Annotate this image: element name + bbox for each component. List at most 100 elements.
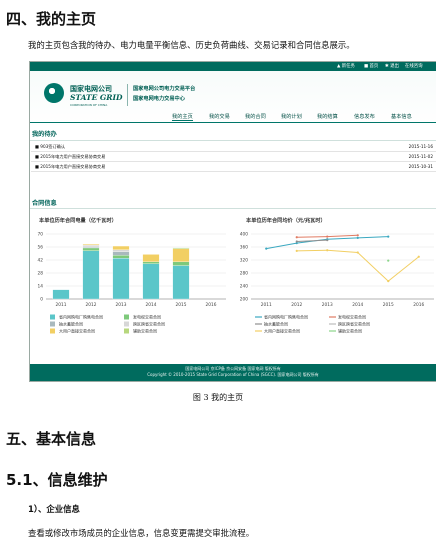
- series-line-segment: [266, 242, 297, 250]
- todo-item[interactable]: ■ 2015年电力用户直接交易协商交易 2015-11-02: [31, 153, 436, 162]
- nav-my-trade[interactable]: 我的交易: [209, 113, 230, 120]
- y-tick-label: 240: [240, 284, 248, 290]
- company-info-paragraph: 查看或修改市场成员的企业信息，信息变更需提交审批流程。: [28, 528, 255, 538]
- homepage-screenshot: ▲ 新任务 ■ 首页 ✱ 退出 在线咨询 国家电网公司 STATE GRID C…: [29, 61, 436, 382]
- x-tick-label: 2014: [146, 302, 157, 308]
- todo-item-date: 2015-11-16: [408, 144, 433, 149]
- section-heading-my-home: 四、我的主页: [6, 10, 97, 28]
- y-tick-label: 360: [240, 245, 248, 251]
- y-tick-label: 0: [40, 297, 43, 303]
- bar-segment: [172, 248, 190, 263]
- legend-swatch: [124, 328, 129, 334]
- x-tick-label: 2012: [291, 302, 302, 308]
- logo-en-text: STATE GRID: [70, 93, 123, 102]
- y-tick-label: 400: [240, 232, 248, 238]
- nav-my-plan[interactable]: 我的计划: [281, 113, 302, 120]
- data-point: [356, 234, 359, 237]
- nav-underline: [30, 122, 436, 123]
- x-tick-label: 2012: [86, 302, 97, 308]
- legend-label: 发电权交易合同: [338, 314, 366, 320]
- data-point: [326, 239, 329, 242]
- y-tick-label: 320: [240, 258, 248, 264]
- series-line-segment: [296, 249, 328, 252]
- x-tick-label: 2016: [206, 302, 217, 308]
- legend-swatch: [50, 328, 55, 334]
- bar-segment: [112, 249, 130, 252]
- series-line-segment: [327, 234, 358, 238]
- todo-section-title: 我的待办: [32, 131, 57, 138]
- section-heading-basic-info: 五、基本信息: [6, 430, 97, 448]
- x-tick-label: 2015: [383, 302, 394, 308]
- bar-segment: [172, 247, 190, 250]
- nav-my-settlement[interactable]: 我的结算: [317, 113, 338, 120]
- bar-segment: [82, 247, 100, 251]
- bar-segment: [82, 250, 100, 300]
- state-grid-logo-icon: [44, 83, 64, 103]
- intro-paragraph: 我的主页包含我的待办、电力电量平衡信息、历史负荷曲线、交易记录和合同信息展示。: [28, 40, 355, 50]
- x-tick-label: 2011: [56, 302, 67, 308]
- x-tick-label: 2015: [176, 302, 187, 308]
- legend-label: 大用户直接交易合同: [264, 328, 300, 334]
- todo-item-date: 2015-10-31: [408, 164, 433, 169]
- y-tick-label: 42: [38, 258, 44, 264]
- bar-segment: [172, 265, 190, 300]
- x-tick-label: 2013: [116, 302, 127, 308]
- x-tick-label: 2016: [413, 302, 424, 308]
- nav-my-contract[interactable]: 我的合同: [245, 113, 266, 120]
- series-line-segment: [357, 236, 389, 239]
- platform-title-line2: 国家电网电力交易中心: [133, 96, 185, 102]
- series-line-segment: [387, 256, 420, 282]
- topbar-link-home[interactable]: ■ 首页: [364, 63, 378, 69]
- data-point: [417, 255, 420, 258]
- todo-item-date: 2015-11-02: [408, 154, 433, 159]
- series-line-segment: [327, 237, 358, 240]
- topbar-link-new-task[interactable]: ▲ 新任务: [337, 63, 355, 69]
- x-tick-label: 2013: [322, 302, 333, 308]
- legend-label: 大用户直接交易合同: [59, 328, 95, 334]
- series-line-segment: [296, 236, 328, 238]
- x-tick-label: 2014: [352, 302, 363, 308]
- todo-divider: [30, 140, 436, 141]
- bar-segment: [112, 257, 130, 300]
- nav-basic-info[interactable]: 基本信息: [391, 113, 412, 120]
- bar-segment: [52, 289, 70, 300]
- nav-my-home[interactable]: 我的主页: [172, 113, 193, 121]
- legend-swatch: [124, 314, 129, 320]
- y-tick-label: 200: [240, 297, 248, 303]
- y-tick-label: 14: [38, 284, 44, 290]
- topbar-link-exit[interactable]: ✱ 退出: [385, 63, 399, 69]
- legend-label: 辅助交易合同: [133, 328, 157, 334]
- todo-item[interactable]: ■ 903签订确认 2015-11-16: [31, 143, 436, 152]
- todo-item-text: ■ 2015年电力用户直接交易协商交易: [35, 154, 106, 159]
- platform-title-line1: 国家电网公司电力交易平台: [133, 86, 196, 92]
- legend-label: 发电权交易合同: [133, 314, 161, 320]
- bar-segment: [142, 254, 160, 263]
- logo-divider: [127, 84, 128, 106]
- data-point: [387, 235, 390, 238]
- figure-caption: 图 3 我的主页: [192, 393, 244, 402]
- topbar-link-consult[interactable]: 在线咨询: [405, 63, 423, 69]
- y-tick-label: 280: [240, 271, 248, 277]
- series-line-segment: [327, 249, 358, 254]
- contract-divider: [30, 208, 436, 209]
- bar-segment: [112, 255, 130, 259]
- bar-segment: [142, 261, 160, 264]
- bar-segment: [82, 244, 100, 248]
- nav-info-publish[interactable]: 信息发布: [354, 113, 375, 120]
- legend-swatch: [50, 321, 55, 327]
- bar-segment: [142, 263, 160, 300]
- site-footer: 国家电网公司 京ICP备 京公网安备 国家电网 版权所有 Copyright ©…: [30, 364, 436, 381]
- logo-sub-text: CORPORATION OF CHINA: [70, 103, 108, 107]
- x-tick-label: 2011: [261, 302, 272, 308]
- y-tick-label: 70: [38, 232, 44, 238]
- series-line-segment: [296, 239, 328, 242]
- bar-segment: [172, 261, 190, 266]
- contract-volume-bar-chart: 0 14 28 42 56 70 2011 2012 2013 2014 2015 2016 省内网购电…: [38, 232, 226, 334]
- legend-label: 抽水蓄能合同: [59, 321, 83, 327]
- data-point: [387, 259, 390, 262]
- todo-item[interactable]: ■ 2015年电力用户直接交易协商交易 2015-10-31: [31, 163, 436, 172]
- legend-label: 跨区跨省交易合同: [338, 321, 370, 327]
- todo-item-text: ■ 2015年电力用户直接交易协商交易: [35, 164, 106, 169]
- contract-section-title: 合同信息: [32, 200, 57, 207]
- subsection-heading-info-maintenance: 5.1、信息维护: [6, 471, 108, 489]
